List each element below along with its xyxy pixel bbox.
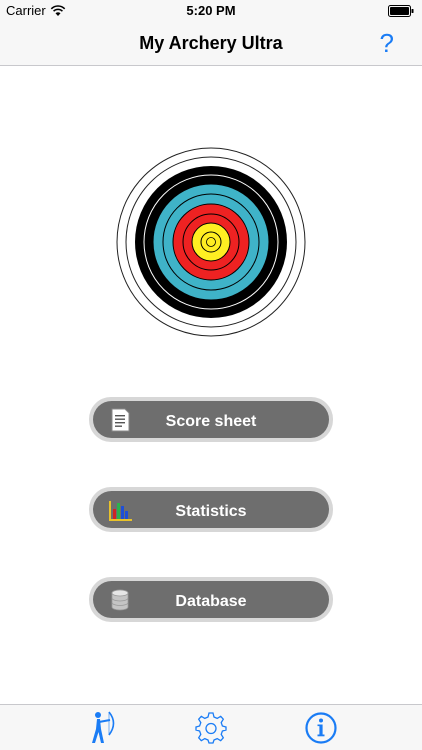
archer-icon [92, 711, 115, 743]
battery-icon [388, 5, 414, 17]
archery-target-image [116, 147, 306, 337]
score-sheet-button[interactable]: Score sheet [89, 397, 333, 442]
gear-icon [195, 712, 227, 744]
statistics-button[interactable]: Statistics [89, 487, 333, 532]
tab-archer[interactable] [84, 711, 118, 745]
database-label: Database [175, 593, 247, 610]
clock: 5:20 PM [186, 3, 236, 18]
help-button[interactable]: ? [380, 28, 394, 59]
statistics-button-face: Statistics [93, 491, 329, 528]
database-button[interactable]: Database [89, 577, 333, 622]
tab-info[interactable] [304, 711, 338, 745]
score-sheet-button-face: Score sheet [93, 401, 329, 438]
database-button-face: Database [93, 581, 329, 618]
page-title: My Archery Ultra [139, 33, 283, 53]
navigation-bar: My Archery Ultra ? [0, 22, 422, 66]
tab-bar [0, 704, 422, 750]
score-sheet-label: Score sheet [165, 413, 257, 430]
status-bar: Carrier 5:20 PM [0, 0, 422, 22]
tab-settings[interactable] [194, 711, 228, 745]
statistics-label: Statistics [175, 503, 247, 520]
info-icon [305, 712, 337, 744]
